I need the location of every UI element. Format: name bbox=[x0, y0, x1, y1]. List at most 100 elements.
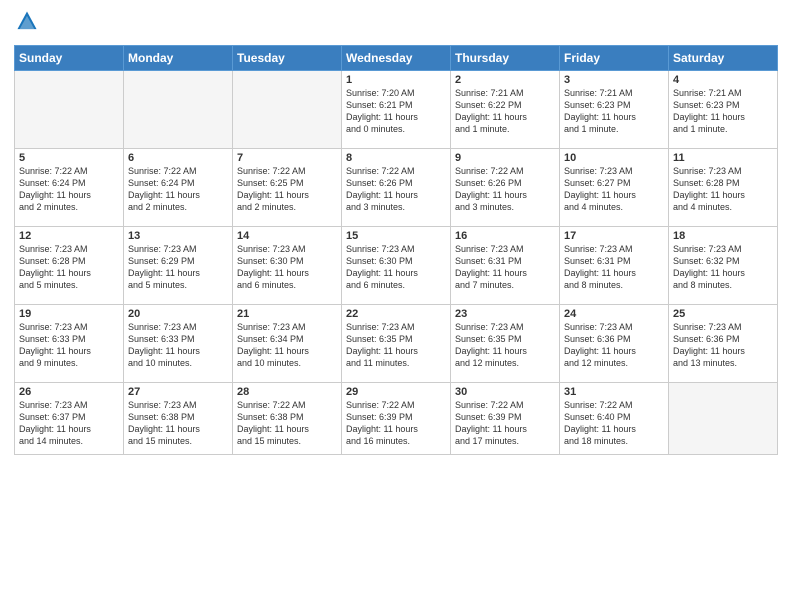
calendar-cell: 29Sunrise: 7:22 AM Sunset: 6:39 PM Dayli… bbox=[342, 383, 451, 455]
day-number: 8 bbox=[346, 152, 446, 164]
day-info: Sunrise: 7:20 AM Sunset: 6:21 PM Dayligh… bbox=[346, 87, 446, 136]
day-info: Sunrise: 7:21 AM Sunset: 6:23 PM Dayligh… bbox=[673, 87, 773, 136]
day-info: Sunrise: 7:23 AM Sunset: 6:27 PM Dayligh… bbox=[564, 165, 664, 214]
weekday-header-row: SundayMondayTuesdayWednesdayThursdayFrid… bbox=[15, 46, 778, 71]
day-info: Sunrise: 7:22 AM Sunset: 6:40 PM Dayligh… bbox=[564, 399, 664, 448]
calendar-cell: 12Sunrise: 7:23 AM Sunset: 6:28 PM Dayli… bbox=[15, 227, 124, 305]
day-info: Sunrise: 7:22 AM Sunset: 6:25 PM Dayligh… bbox=[237, 165, 337, 214]
day-info: Sunrise: 7:22 AM Sunset: 6:24 PM Dayligh… bbox=[128, 165, 228, 214]
calendar-cell: 23Sunrise: 7:23 AM Sunset: 6:35 PM Dayli… bbox=[451, 305, 560, 383]
weekday-header-friday: Friday bbox=[560, 46, 669, 71]
day-number: 20 bbox=[128, 308, 228, 320]
day-info: Sunrise: 7:22 AM Sunset: 6:39 PM Dayligh… bbox=[346, 399, 446, 448]
calendar-cell: 31Sunrise: 7:22 AM Sunset: 6:40 PM Dayli… bbox=[560, 383, 669, 455]
week-row-4: 19Sunrise: 7:23 AM Sunset: 6:33 PM Dayli… bbox=[15, 305, 778, 383]
calendar-cell: 21Sunrise: 7:23 AM Sunset: 6:34 PM Dayli… bbox=[233, 305, 342, 383]
day-number: 13 bbox=[128, 230, 228, 242]
day-info: Sunrise: 7:21 AM Sunset: 6:23 PM Dayligh… bbox=[564, 87, 664, 136]
day-info: Sunrise: 7:23 AM Sunset: 6:28 PM Dayligh… bbox=[673, 165, 773, 214]
weekday-header-saturday: Saturday bbox=[669, 46, 778, 71]
weekday-header-monday: Monday bbox=[124, 46, 233, 71]
day-info: Sunrise: 7:23 AM Sunset: 6:34 PM Dayligh… bbox=[237, 321, 337, 370]
calendar-cell: 2Sunrise: 7:21 AM Sunset: 6:22 PM Daylig… bbox=[451, 71, 560, 149]
weekday-header-tuesday: Tuesday bbox=[233, 46, 342, 71]
day-info: Sunrise: 7:23 AM Sunset: 6:30 PM Dayligh… bbox=[346, 243, 446, 292]
calendar-cell: 13Sunrise: 7:23 AM Sunset: 6:29 PM Dayli… bbox=[124, 227, 233, 305]
calendar-cell: 11Sunrise: 7:23 AM Sunset: 6:28 PM Dayli… bbox=[669, 149, 778, 227]
day-number: 23 bbox=[455, 308, 555, 320]
day-info: Sunrise: 7:23 AM Sunset: 6:33 PM Dayligh… bbox=[128, 321, 228, 370]
day-number: 2 bbox=[455, 74, 555, 86]
calendar-cell: 19Sunrise: 7:23 AM Sunset: 6:33 PM Dayli… bbox=[15, 305, 124, 383]
calendar-cell: 25Sunrise: 7:23 AM Sunset: 6:36 PM Dayli… bbox=[669, 305, 778, 383]
calendar-cell: 17Sunrise: 7:23 AM Sunset: 6:31 PM Dayli… bbox=[560, 227, 669, 305]
day-info: Sunrise: 7:22 AM Sunset: 6:38 PM Dayligh… bbox=[237, 399, 337, 448]
page: SundayMondayTuesdayWednesdayThursdayFrid… bbox=[0, 0, 792, 612]
calendar-cell: 27Sunrise: 7:23 AM Sunset: 6:38 PM Dayli… bbox=[124, 383, 233, 455]
logo bbox=[14, 10, 40, 37]
calendar-cell bbox=[15, 71, 124, 149]
calendar-cell: 8Sunrise: 7:22 AM Sunset: 6:26 PM Daylig… bbox=[342, 149, 451, 227]
day-number: 10 bbox=[564, 152, 664, 164]
week-row-2: 5 Sunrise: 7:22 AM Sunset: 6:24 PM Daylig… bbox=[15, 149, 778, 227]
day-number: 7 bbox=[237, 152, 337, 164]
calendar-cell: 4Sunrise: 7:21 AM Sunset: 6:23 PM Daylig… bbox=[669, 71, 778, 149]
calendar-cell: 28Sunrise: 7:22 AM Sunset: 6:38 PM Dayli… bbox=[233, 383, 342, 455]
day-number: 11 bbox=[673, 152, 773, 164]
day-number: 5 bbox=[19, 152, 119, 164]
day-number: 4 bbox=[673, 74, 773, 86]
logo-icon bbox=[16, 10, 38, 32]
calendar-cell: 15Sunrise: 7:23 AM Sunset: 6:30 PM Dayli… bbox=[342, 227, 451, 305]
day-info: Sunrise: 7:23 AM Sunset: 6:35 PM Dayligh… bbox=[455, 321, 555, 370]
weekday-header-thursday: Thursday bbox=[451, 46, 560, 71]
calendar-cell: 22Sunrise: 7:23 AM Sunset: 6:35 PM Dayli… bbox=[342, 305, 451, 383]
calendar-cell: 18Sunrise: 7:23 AM Sunset: 6:32 PM Dayli… bbox=[669, 227, 778, 305]
week-row-5: 26Sunrise: 7:23 AM Sunset: 6:37 PM Dayli… bbox=[15, 383, 778, 455]
calendar-cell: 3Sunrise: 7:21 AM Sunset: 6:23 PM Daylig… bbox=[560, 71, 669, 149]
day-info: Sunrise: 7:23 AM Sunset: 6:33 PM Dayligh… bbox=[19, 321, 119, 370]
day-number: 17 bbox=[564, 230, 664, 242]
calendar-cell: 7Sunrise: 7:22 AM Sunset: 6:25 PM Daylig… bbox=[233, 149, 342, 227]
day-info: Sunrise: 7:23 AM Sunset: 6:35 PM Dayligh… bbox=[346, 321, 446, 370]
day-number: 19 bbox=[19, 308, 119, 320]
weekday-header-sunday: Sunday bbox=[15, 46, 124, 71]
day-number: 31 bbox=[564, 386, 664, 398]
day-number: 24 bbox=[564, 308, 664, 320]
day-number: 28 bbox=[237, 386, 337, 398]
calendar-cell bbox=[124, 71, 233, 149]
header bbox=[14, 10, 778, 37]
day-number: 22 bbox=[346, 308, 446, 320]
day-number: 29 bbox=[346, 386, 446, 398]
week-row-1: 1Sunrise: 7:20 AM Sunset: 6:21 PM Daylig… bbox=[15, 71, 778, 149]
day-number: 14 bbox=[237, 230, 337, 242]
day-info: Sunrise: 7:23 AM Sunset: 6:32 PM Dayligh… bbox=[673, 243, 773, 292]
day-number: 6 bbox=[128, 152, 228, 164]
calendar-cell: 6Sunrise: 7:22 AM Sunset: 6:24 PM Daylig… bbox=[124, 149, 233, 227]
calendar-cell: 20Sunrise: 7:23 AM Sunset: 6:33 PM Dayli… bbox=[124, 305, 233, 383]
calendar-cell: 30Sunrise: 7:22 AM Sunset: 6:39 PM Dayli… bbox=[451, 383, 560, 455]
day-number: 12 bbox=[19, 230, 119, 242]
day-info: Sunrise: 7:23 AM Sunset: 6:30 PM Dayligh… bbox=[237, 243, 337, 292]
calendar-cell: 10Sunrise: 7:23 AM Sunset: 6:27 PM Dayli… bbox=[560, 149, 669, 227]
day-info: Sunrise: 7:23 AM Sunset: 6:36 PM Dayligh… bbox=[673, 321, 773, 370]
day-info: Sunrise: 7:23 AM Sunset: 6:38 PM Dayligh… bbox=[128, 399, 228, 448]
day-info: Sunrise: 7:22 AM Sunset: 6:39 PM Dayligh… bbox=[455, 399, 555, 448]
day-info: Sunrise: 7:23 AM Sunset: 6:37 PM Dayligh… bbox=[19, 399, 119, 448]
day-info: Sunrise: 7:23 AM Sunset: 6:31 PM Dayligh… bbox=[564, 243, 664, 292]
day-number: 21 bbox=[237, 308, 337, 320]
day-number: 16 bbox=[455, 230, 555, 242]
day-info: Sunrise: 7:23 AM Sunset: 6:28 PM Dayligh… bbox=[19, 243, 119, 292]
day-info: Sunrise: 7:22 AM Sunset: 6:26 PM Dayligh… bbox=[346, 165, 446, 214]
day-number: 1 bbox=[346, 74, 446, 86]
day-number: 3 bbox=[564, 74, 664, 86]
day-number: 26 bbox=[19, 386, 119, 398]
calendar-cell: 24Sunrise: 7:23 AM Sunset: 6:36 PM Dayli… bbox=[560, 305, 669, 383]
day-number: 15 bbox=[346, 230, 446, 242]
day-info: Sunrise: 7:23 AM Sunset: 6:36 PM Dayligh… bbox=[564, 321, 664, 370]
day-number: 9 bbox=[455, 152, 555, 164]
calendar-cell: 5Sunrise: 7:22 AM Sunset: 6:24 PM Daylig… bbox=[15, 149, 124, 227]
calendar-cell bbox=[233, 71, 342, 149]
calendar-cell bbox=[669, 383, 778, 455]
day-number: 25 bbox=[673, 308, 773, 320]
calendar-cell: 9Sunrise: 7:22 AM Sunset: 6:26 PM Daylig… bbox=[451, 149, 560, 227]
